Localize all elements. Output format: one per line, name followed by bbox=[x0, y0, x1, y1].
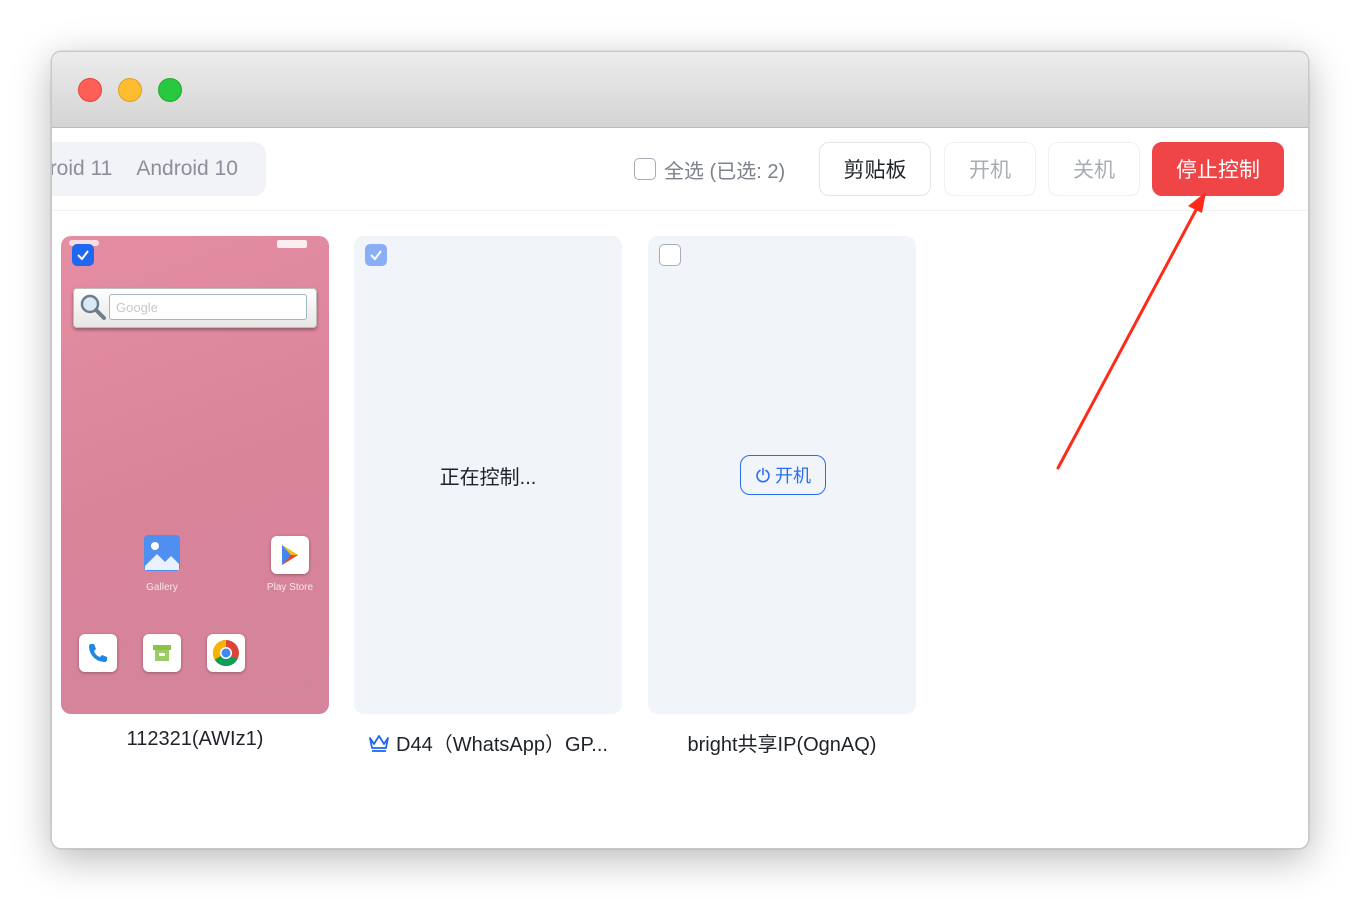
device-card-2[interactable]: 正在控制... bbox=[354, 236, 622, 714]
device-2-label: D44（WhatsApp）GP... bbox=[354, 728, 622, 757]
power-icon bbox=[756, 467, 770, 483]
close-window-button[interactable] bbox=[78, 78, 102, 102]
device-1-checkbox[interactable] bbox=[72, 244, 94, 266]
app-window: droid 11 Android 10 全选 (已选: 2) 剪贴板 开机 关机… bbox=[51, 51, 1309, 849]
google-search-widget[interactable]: Google bbox=[73, 288, 317, 328]
power-on-label: 开机 bbox=[775, 466, 811, 486]
power-off-button[interactable]: 关机 bbox=[1048, 142, 1140, 196]
minimize-window-button[interactable] bbox=[118, 78, 142, 102]
checkmark-icon bbox=[370, 250, 382, 261]
device-2-checkbox[interactable] bbox=[365, 244, 387, 266]
device-card-1[interactable]: Google Gallery Play Store bbox=[61, 236, 329, 714]
signal-battery-icon bbox=[277, 240, 307, 248]
play-store-app-icon[interactable] bbox=[271, 536, 309, 574]
device-3-label: bright共享IP(OgnAQ) bbox=[648, 728, 916, 757]
gallery-app-icon[interactable] bbox=[143, 534, 181, 572]
tab-android-11[interactable]: droid 11 bbox=[52, 157, 112, 181]
messages-app-icon[interactable] bbox=[143, 634, 181, 672]
google-search-field[interactable]: Google bbox=[109, 294, 307, 320]
play-store-app-label: Play Store bbox=[266, 582, 314, 593]
device-3-checkbox[interactable] bbox=[659, 244, 681, 266]
controlling-status: 正在控制... bbox=[439, 466, 537, 489]
device-toolbar: droid 11 Android 10 全选 (已选: 2) 剪贴板 开机 关机… bbox=[52, 128, 1308, 211]
magnifier-icon bbox=[80, 294, 106, 320]
device-card-3[interactable]: 开机 bbox=[648, 236, 916, 714]
select-all-control[interactable]: 全选 (已选: 2) bbox=[634, 156, 786, 183]
zoom-window-button[interactable] bbox=[158, 78, 182, 102]
phone-app-icon[interactable] bbox=[79, 634, 117, 672]
power-on-button[interactable]: 开机 bbox=[944, 142, 1036, 196]
stop-control-button[interactable]: 停止控制 bbox=[1152, 142, 1284, 196]
android-version-tabs: droid 11 Android 10 bbox=[52, 142, 266, 196]
select-all-checkbox[interactable] bbox=[634, 158, 656, 180]
chrome-app-icon[interactable] bbox=[207, 634, 245, 672]
device-1-name: 112321(AWIz1) bbox=[126, 728, 264, 750]
select-all-label: 全选 (已选: 2) bbox=[664, 160, 786, 183]
tab-android-10[interactable]: Android 10 bbox=[136, 157, 238, 181]
crown-icon bbox=[369, 734, 389, 752]
device-2-name: D44（WhatsApp）GP... bbox=[396, 734, 608, 756]
gallery-app-label: Gallery bbox=[146, 582, 178, 593]
device-screen-preview[interactable]: Google Gallery Play Store bbox=[61, 236, 329, 714]
clipboard-button[interactable]: 剪贴板 bbox=[819, 142, 931, 196]
device-3-name: bright共享IP(OgnAQ) bbox=[687, 734, 877, 756]
checkmark-icon bbox=[77, 250, 89, 261]
title-bar bbox=[52, 52, 1308, 128]
device-1-label: 112321(AWIz1) bbox=[61, 728, 329, 751]
device-3-power-on-button[interactable]: 开机 bbox=[740, 455, 826, 495]
